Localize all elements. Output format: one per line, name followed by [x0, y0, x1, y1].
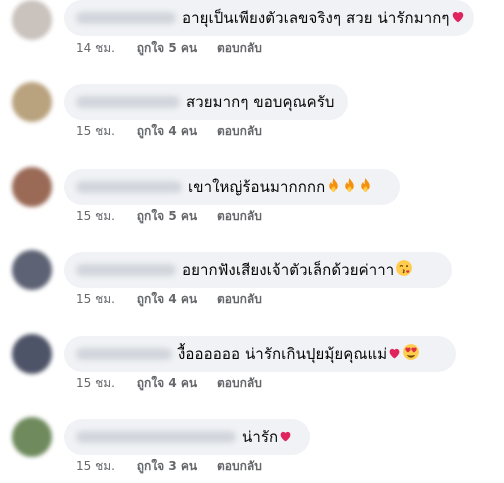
comment-bubble: น่ารัก	[64, 419, 310, 455]
comment-list: อายุเป็นเพียงตัวเลขจริงๆ สวย น่ารักมากๆ …	[0, 0, 504, 483]
heart-icon	[279, 428, 292, 447]
commenter-name-blurred[interactable]	[76, 431, 236, 443]
comment-bubble: เขาใหญ่ร้อนมากกกก	[64, 169, 400, 205]
comment-item: งื้ออออออ น่ารักเกินปุยมุ้ยคุณแม่ 15 ชม.…	[0, 334, 504, 414]
like-count[interactable]: ถูกใจ 4 คน	[137, 122, 197, 140]
heart-eyes-face-icon	[402, 343, 420, 365]
comment-meta: 14 ชม. ถูกใจ 5 คน ตอบกลับ	[76, 39, 262, 57]
comment-time[interactable]: 15 ชม.	[76, 122, 115, 140]
comment-time[interactable]: 15 ชม.	[76, 457, 115, 475]
reply-button[interactable]: ตอบกลับ	[217, 290, 262, 308]
avatar[interactable]	[12, 417, 52, 457]
comment-meta: 15 ชม. ถูกใจ 4 คน ตอบกลับ	[76, 122, 262, 140]
comment-meta: 15 ชม. ถูกใจ 3 คน ตอบกลับ	[76, 457, 262, 475]
comment-item: น่ารัก 15 ชม. ถูกใจ 3 คน ตอบกลับ	[0, 417, 504, 483]
commenter-name-blurred[interactable]	[76, 12, 176, 24]
fire-icon	[326, 177, 341, 198]
commenter-name-blurred[interactable]	[76, 96, 180, 108]
comment-meta: 15 ชม. ถูกใจ 5 คน ตอบกลับ	[76, 207, 262, 225]
comment-bubble: อายุเป็นเพียงตัวเลขจริงๆ สวย น่ารักมากๆ	[64, 0, 474, 36]
avatar[interactable]	[12, 167, 52, 207]
comment-time[interactable]: 14 ชม.	[76, 39, 115, 57]
comment-time[interactable]: 15 ชม.	[76, 290, 115, 308]
commenter-name-blurred[interactable]	[76, 181, 182, 193]
comment-text: อยากฟังเสียงเจ้าตัวเล็กด้วยค่าาา	[182, 261, 395, 279]
reply-button[interactable]: ตอบกลับ	[217, 39, 262, 57]
comment-item: อยากฟังเสียงเจ้าตัวเล็กด้วยค่าาา 15 ชม. …	[0, 250, 504, 330]
fire-icon	[358, 177, 373, 198]
reply-button[interactable]: ตอบกลับ	[217, 122, 262, 140]
comment-text: งื้ออออออ น่ารักเกินปุยมุ้ยคุณแม่	[178, 345, 388, 363]
reply-button[interactable]: ตอบกลับ	[217, 207, 262, 225]
like-count[interactable]: ถูกใจ 3 คน	[137, 457, 197, 475]
comment-text: เขาใหญ่ร้อนมากกกก	[188, 178, 326, 196]
reply-button[interactable]: ตอบกลับ	[217, 457, 262, 475]
reply-button[interactable]: ตอบกลับ	[217, 374, 262, 392]
comment-text: สวยมากๆ ขอบคุณครับ	[186, 93, 335, 111]
fire-icon	[342, 177, 357, 198]
comment-item: อายุเป็นเพียงตัวเลขจริงๆ สวย น่ารักมากๆ …	[0, 0, 504, 80]
heart-icon	[388, 345, 401, 364]
comment-item: เขาใหญ่ร้อนมากกกก 15 ชม. ถูกใจ 5 คน ตอบก…	[0, 167, 504, 247]
like-count[interactable]: ถูกใจ 5 คน	[137, 207, 197, 225]
heart-icon	[451, 9, 465, 28]
comment-text: น่ารัก	[242, 428, 279, 446]
commenter-name-blurred[interactable]	[76, 348, 172, 360]
like-count[interactable]: ถูกใจ 5 คน	[137, 39, 197, 57]
comment-bubble: สวยมากๆ ขอบคุณครับ	[64, 84, 348, 120]
avatar[interactable]	[12, 334, 52, 374]
avatar[interactable]	[12, 82, 52, 122]
comment-text: อายุเป็นเพียงตัวเลขจริงๆ สวย น่ารักมากๆ	[182, 9, 450, 27]
comment-time[interactable]: 15 ชม.	[76, 374, 115, 392]
comment-meta: 15 ชม. ถูกใจ 4 คน ตอบกลับ	[76, 374, 262, 392]
comment-bubble: อยากฟังเสียงเจ้าตัวเล็กด้วยค่าาา	[64, 252, 452, 288]
comment-time[interactable]: 15 ชม.	[76, 207, 115, 225]
commenter-name-blurred[interactable]	[76, 264, 176, 276]
comment-bubble: งื้ออออออ น่ารักเกินปุยมุ้ยคุณแม่	[64, 336, 456, 372]
like-count[interactable]: ถูกใจ 4 คน	[137, 374, 197, 392]
comment-meta: 15 ชม. ถูกใจ 4 คน ตอบกลับ	[76, 290, 262, 308]
comment-item: สวยมากๆ ขอบคุณครับ 15 ชม. ถูกใจ 4 คน ตอบ…	[0, 82, 504, 162]
like-count[interactable]: ถูกใจ 4 คน	[137, 290, 197, 308]
avatar[interactable]	[12, 0, 52, 40]
avatar[interactable]	[12, 250, 52, 290]
kiss-face-icon	[395, 259, 413, 281]
